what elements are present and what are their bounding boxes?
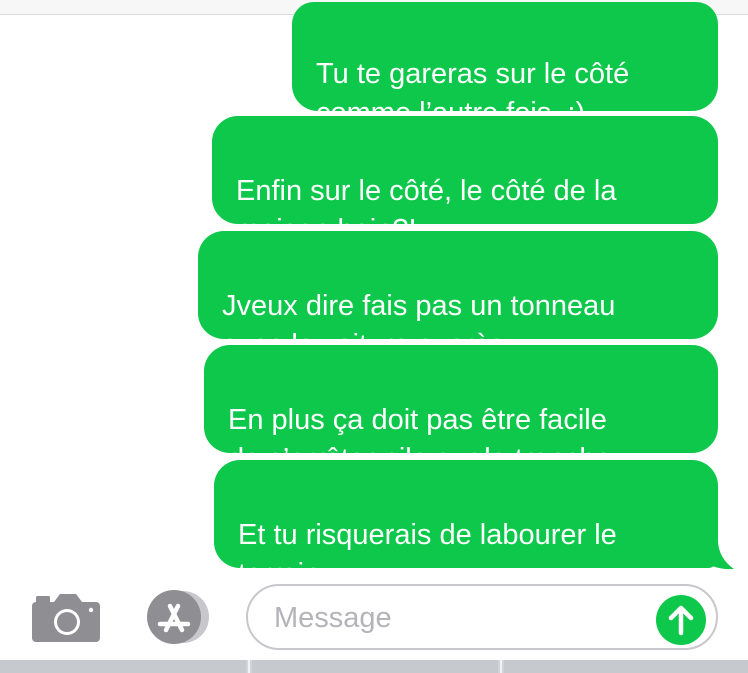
message-bubble-5[interactable]: Et tu risquerais de labourer le terrain xyxy=(214,460,718,590)
message-bubble-1[interactable]: Tu te gareras sur le côté comme l’autre … xyxy=(292,2,718,129)
keyboard-top-edge xyxy=(0,660,748,673)
message-input[interactable]: Message xyxy=(246,584,718,650)
bubble-tail xyxy=(700,540,734,570)
message-placeholder: Message xyxy=(274,602,392,634)
arrow-up-icon xyxy=(668,605,694,636)
message-bubble-2[interactable]: Enfin sur le côté, le côté de la maison … xyxy=(212,116,718,246)
app-store-button[interactable] xyxy=(138,590,214,644)
camera-icon xyxy=(32,594,100,642)
app-store-icon xyxy=(147,590,209,644)
message-bubble-3[interactable]: Jveux dire fais pas un tonneau avec la v… xyxy=(198,231,718,361)
keyboard-divider xyxy=(248,660,250,673)
keyboard-suggestion-middle[interactable] xyxy=(252,660,498,673)
send-button[interactable] xyxy=(656,595,706,645)
camera-button[interactable] xyxy=(30,588,102,644)
keyboard-suggestion-right[interactable] xyxy=(504,660,748,673)
keyboard-divider xyxy=(500,660,502,673)
message-bubble-4[interactable]: En plus ça doit pas être facile de s’arr… xyxy=(204,345,718,475)
message-thread: Tu te gareras sur le côté comme l’autre … xyxy=(0,0,748,590)
keyboard-suggestion-left[interactable] xyxy=(0,660,246,673)
